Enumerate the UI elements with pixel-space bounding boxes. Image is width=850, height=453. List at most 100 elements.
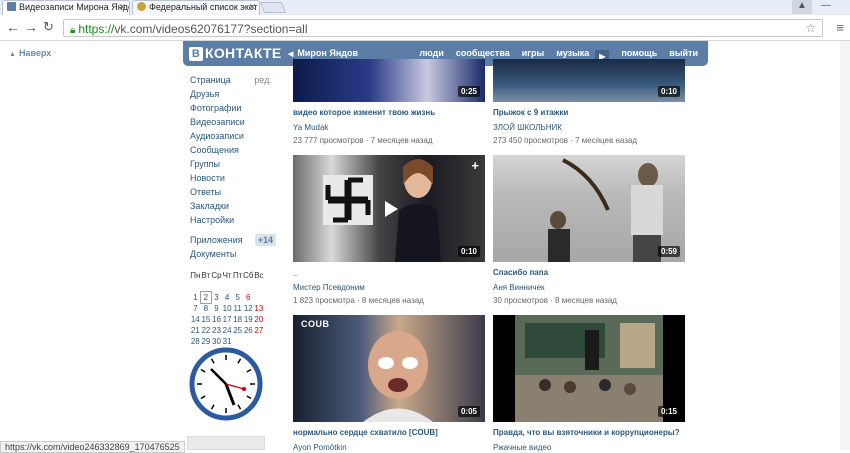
calendar-day[interactable]: 21: [190, 325, 201, 336]
menu-item-docs[interactable]: Документы: [190, 247, 276, 261]
calendar-day[interactable]: 1: [190, 292, 201, 303]
calendar-day[interactable]: 13: [254, 303, 265, 314]
reload-icon[interactable]: ↻: [43, 19, 54, 35]
video-card[interactable]: 0:25 видео которое изменит твою жизнь Ya…: [293, 59, 485, 145]
video-duration: 0:05: [457, 406, 480, 417]
menu-item-videos[interactable]: Видеозаписи: [190, 115, 276, 129]
scrollbar[interactable]: [840, 41, 850, 450]
calendar-day: [243, 336, 254, 347]
forward-icon[interactable]: →: [24, 19, 38, 35]
video-title[interactable]: нормально сердце схватило [COUB]: [293, 428, 485, 437]
video-author[interactable]: Аня Винничек: [493, 283, 685, 292]
video-title[interactable]: видео которое изменит твою жизнь: [293, 108, 485, 117]
calendar-day[interactable]: 22: [201, 325, 212, 336]
calendar-day[interactable]: 9: [211, 303, 222, 314]
calendar-day[interactable]: 17: [222, 314, 233, 325]
video-thumbnail[interactable]: 0:15: [493, 315, 685, 422]
back-icon[interactable]: ←: [6, 19, 20, 35]
menu-item-news[interactable]: Новости: [190, 171, 276, 185]
calendar-day[interactable]: 16: [211, 314, 222, 325]
video-card[interactable]: COUB 0:05 нормально сердце схватило [COU…: [293, 315, 485, 452]
calendar-day[interactable]: 24: [222, 325, 233, 336]
menu-item-settings[interactable]: Настройки: [190, 213, 276, 227]
menu-item-page[interactable]: Страница ред.: [190, 73, 276, 87]
calendar-day: [254, 336, 265, 347]
nav-help[interactable]: помощь: [621, 48, 657, 58]
video-author[interactable]: Ржачные видео: [493, 443, 685, 452]
menu-item-audios[interactable]: Аудиозаписи: [190, 129, 276, 143]
calendar-day[interactable]: 11: [232, 303, 243, 314]
edit-link[interactable]: ред.: [254, 73, 272, 87]
video-title[interactable]: Спасибо папа: [493, 268, 685, 277]
address-bar[interactable]: 🔒︎ https://vk.com/videos62076177?section=…: [63, 19, 823, 37]
calendar-day[interactable]: 2: [199, 291, 213, 304]
minimize-icon[interactable]: —: [816, 0, 836, 14]
user-name-link[interactable]: ◀ Мирон Яндов: [288, 48, 358, 58]
calendar-day[interactable]: 5: [232, 292, 243, 303]
calendar-weekdays: Пн Вт Ср Чт Пт Сб Вс: [190, 270, 264, 281]
video-author[interactable]: ЗЛОЙ ШКОЛЬНИК: [493, 123, 685, 132]
menu-item-bookmarks[interactable]: Закладки: [190, 199, 276, 213]
video-title[interactable]: Прыжок с 9 итажки: [493, 108, 685, 117]
menu-item-messages[interactable]: Сообщения: [190, 143, 276, 157]
calendar-day[interactable]: 25: [232, 325, 243, 336]
nav-games[interactable]: игры: [522, 48, 544, 58]
video-author[interactable]: Ayon Pomōtkin: [293, 443, 485, 452]
video-title[interactable]: Правда, что вы взяточники и коррупционер…: [493, 428, 685, 437]
menu-item-friends[interactable]: Друзья: [190, 87, 276, 101]
video-author[interactable]: Ya Mudak: [293, 123, 485, 132]
video-card[interactable]: 0:10 Прыжок с 9 итажки ЗЛОЙ ШКОЛЬНИК 273…: [493, 59, 685, 145]
video-thumbnail[interactable]: 0:25: [293, 59, 485, 102]
nav-music[interactable]: музыка: [556, 48, 589, 58]
nav-communities[interactable]: сообщества: [456, 48, 510, 58]
menu-item-photos[interactable]: Фотографии: [190, 101, 276, 115]
video-card[interactable]: + 0:10 _ Мистер Псевдоним 1 823 просмотр…: [293, 155, 485, 305]
calendar-day[interactable]: 29: [201, 336, 212, 347]
video-title[interactable]: _: [293, 268, 485, 277]
nav-people[interactable]: люди: [419, 48, 444, 58]
video-author[interactable]: Мистер Псевдоним: [293, 283, 485, 292]
calendar-day[interactable]: 19: [243, 314, 254, 325]
close-tab-icon[interactable]: ✕: [118, 2, 126, 13]
menu-item-groups[interactable]: Группы: [190, 157, 276, 171]
calendar-day[interactable]: 3: [211, 292, 222, 303]
bookmark-star-icon[interactable]: ☆: [805, 21, 816, 35]
calendar-day[interactable]: 7: [190, 303, 201, 314]
calendar-day[interactable]: 27: [254, 325, 265, 336]
calendar-day[interactable]: 18: [232, 314, 243, 325]
video-thumbnail[interactable]: + 0:10: [293, 155, 485, 262]
play-icon[interactable]: [379, 198, 401, 220]
calendar-day[interactable]: 6: [243, 292, 254, 303]
user-icon[interactable]: ▲: [792, 0, 812, 14]
video-thumbnail[interactable]: COUB 0:05: [293, 315, 485, 422]
add-video-icon[interactable]: +: [471, 158, 479, 173]
menu-item-answers[interactable]: Ответы: [190, 185, 276, 199]
video-card[interactable]: 0:59 Спасибо папа Аня Винничек 30 просмо…: [493, 155, 685, 305]
close-tab-icon[interactable]: ✕: [248, 2, 256, 13]
calendar-day[interactable]: 10: [222, 303, 233, 314]
vk-logo[interactable]: В КОНТАКТЕ: [189, 45, 282, 61]
menu-icon[interactable]: ≡: [836, 20, 844, 35]
calendar-day[interactable]: 4: [222, 292, 233, 303]
new-tab-button[interactable]: [259, 2, 287, 13]
calendar-day[interactable]: 20: [254, 314, 265, 325]
left-arrow-icon: ◀: [288, 51, 294, 58]
up-arrow-icon: ▲: [9, 51, 16, 58]
nav-logout[interactable]: выйти: [669, 48, 698, 58]
back-to-top-link[interactable]: ▲ Наверх: [9, 48, 51, 58]
calendar-day[interactable]: 8: [201, 303, 212, 314]
menu-item-apps[interactable]: Приложения +14: [190, 233, 276, 247]
calendar-day[interactable]: 23: [211, 325, 222, 336]
calendar-day[interactable]: 28: [190, 336, 201, 347]
calendar-day[interactable]: 30: [211, 336, 222, 347]
video-thumbnail[interactable]: 0:59: [493, 155, 685, 262]
calendar-day[interactable]: 12: [243, 303, 254, 314]
calendar-day[interactable]: 15: [201, 314, 212, 325]
tab-videos[interactable]: Видеозаписи Мирона Яндова ✕: [2, 0, 130, 15]
calendar-day[interactable]: 26: [243, 325, 254, 336]
calendar-day[interactable]: 14: [190, 314, 201, 325]
video-card[interactable]: 0:15 Правда, что вы взяточники и коррупц…: [493, 315, 685, 452]
video-thumbnail[interactable]: 0:10: [493, 59, 685, 102]
calendar-day[interactable]: 31: [222, 336, 233, 347]
tab-federal-list[interactable]: Федеральный список экст ✕: [132, 0, 260, 15]
